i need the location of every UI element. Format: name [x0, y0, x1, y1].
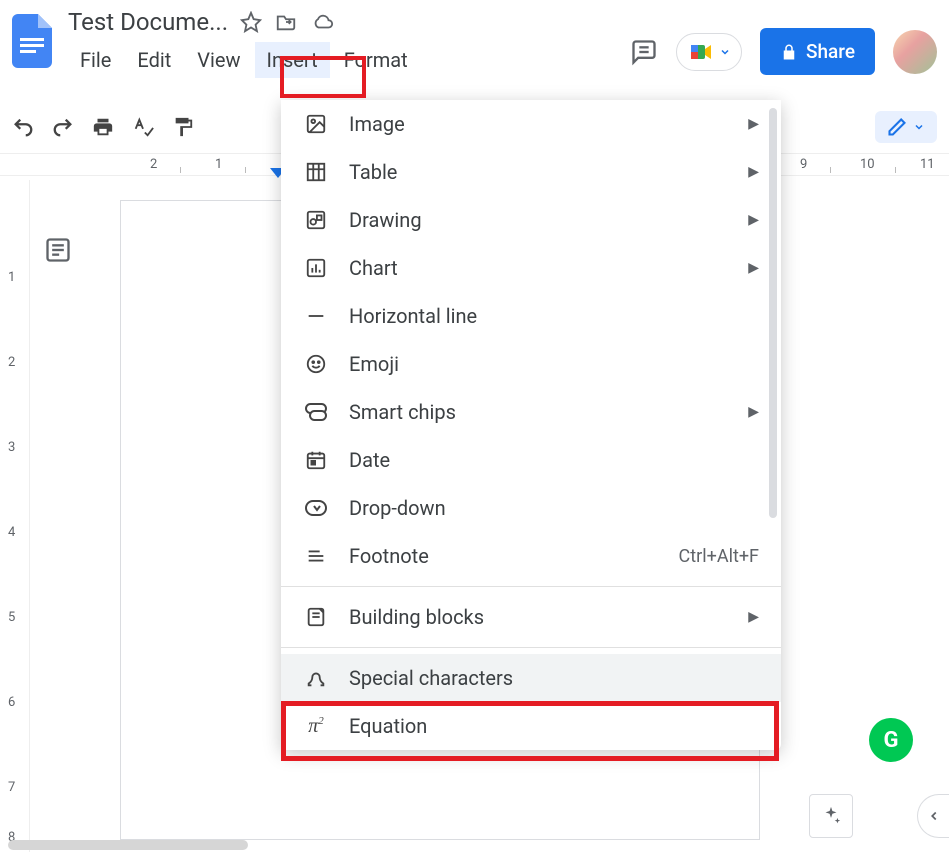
- menu-file[interactable]: File: [68, 42, 123, 78]
- explore-fab-icon[interactable]: [917, 794, 949, 838]
- smart-chips-icon: [303, 402, 329, 422]
- menu-item-date[interactable]: Date: [281, 436, 781, 484]
- lock-icon: [780, 43, 798, 61]
- menu-item-label: Image: [349, 112, 405, 136]
- menu-item-footnote[interactable]: Footnote Ctrl+Alt+F: [281, 532, 781, 580]
- insert-dropdown-menu: Image ▶ Table ▶ Drawing ▶ Chart ▶ Horizo…: [281, 100, 781, 750]
- submenu-arrow-icon: ▶: [748, 116, 759, 132]
- menu-item-drawing[interactable]: Drawing ▶: [281, 196, 781, 244]
- redo-icon[interactable]: [52, 116, 74, 138]
- print-icon[interactable]: [92, 116, 114, 138]
- emoji-icon: [303, 353, 329, 375]
- header-right: Share: [630, 8, 937, 75]
- share-button[interactable]: Share: [760, 28, 875, 75]
- menu-item-smart-chips[interactable]: Smart chips ▶: [281, 388, 781, 436]
- undo-icon[interactable]: [12, 116, 34, 138]
- title-area: Test Docume... File Edit View Insert For…: [68, 8, 420, 78]
- menu-item-dropdown[interactable]: Drop-down: [281, 484, 781, 532]
- share-label: Share: [806, 40, 855, 63]
- ruler-number: 2: [150, 157, 157, 172]
- menu-format[interactable]: Format: [332, 42, 420, 78]
- menu-item-label: Equation: [349, 714, 427, 738]
- vruler-number: 1: [8, 270, 15, 285]
- equation-icon: π2: [303, 715, 329, 738]
- menu-edit[interactable]: Edit: [125, 42, 183, 78]
- menu-shortcut: Ctrl+Alt+F: [679, 546, 759, 567]
- horizontal-scrollbar[interactable]: [8, 840, 248, 850]
- ruler-number: 1: [215, 157, 222, 172]
- vruler-number: 7: [8, 780, 15, 795]
- menu-separator: [281, 586, 781, 587]
- pencil-icon: [887, 117, 907, 137]
- account-avatar[interactable]: [893, 30, 937, 74]
- star-icon[interactable]: [240, 11, 262, 33]
- ruler-number: 11: [920, 157, 935, 172]
- footnote-icon: [303, 545, 329, 567]
- horizontal-line-icon: [303, 305, 329, 327]
- comment-history-icon[interactable]: [630, 38, 658, 66]
- paint-format-icon[interactable]: [172, 116, 194, 138]
- menu-item-chart[interactable]: Chart ▶: [281, 244, 781, 292]
- menu-view[interactable]: View: [185, 42, 252, 78]
- menu-item-emoji[interactable]: Emoji: [281, 340, 781, 388]
- building-blocks-icon: [303, 606, 329, 628]
- vruler-number: 6: [8, 695, 15, 710]
- table-icon: [303, 161, 329, 183]
- menu-item-label: Drawing: [349, 208, 422, 232]
- menu-item-label: Building blocks: [349, 605, 484, 629]
- menu-item-image[interactable]: Image ▶: [281, 100, 781, 148]
- vruler-number: 3: [8, 440, 15, 455]
- menu-item-label: Special characters: [349, 666, 513, 690]
- editing-mode-button[interactable]: [875, 111, 937, 143]
- menu-item-building-blocks[interactable]: Building blocks ▶: [281, 593, 781, 641]
- chevron-down-icon: [719, 46, 731, 58]
- drawing-icon: [303, 209, 329, 231]
- menu-item-label: Date: [349, 448, 390, 472]
- calendar-icon: [303, 449, 329, 471]
- vruler-number: 2: [8, 355, 15, 370]
- menu-item-label: Footnote: [349, 544, 429, 568]
- menu-item-label: Smart chips: [349, 400, 456, 424]
- submenu-arrow-icon: ▶: [748, 609, 759, 625]
- submenu-arrow-icon: ▶: [748, 164, 759, 180]
- sparkle-fab-icon[interactable]: [809, 794, 853, 838]
- chart-icon: [303, 257, 329, 279]
- vertical-ruler[interactable]: 1 2 3 4 5 6 7 8: [0, 180, 30, 852]
- submenu-arrow-icon: ▶: [748, 404, 759, 420]
- ruler-number: 10: [860, 157, 875, 172]
- menu-insert[interactable]: Insert: [255, 42, 330, 78]
- omega-icon: [303, 667, 329, 689]
- menu-item-label: Chart: [349, 256, 398, 280]
- meet-button[interactable]: [676, 33, 742, 71]
- image-icon: [303, 113, 329, 135]
- menu-item-label: Drop-down: [349, 496, 446, 520]
- chevron-down-icon: [913, 121, 925, 133]
- docs-logo-icon[interactable]: [12, 14, 52, 68]
- cloud-saved-icon[interactable]: [310, 11, 336, 33]
- document-title[interactable]: Test Docume...: [68, 8, 228, 36]
- menu-item-label: Horizontal line: [349, 304, 477, 328]
- menubar: File Edit View Insert Format: [68, 42, 420, 78]
- menu-item-equation[interactable]: π2 Equation: [281, 702, 781, 750]
- menu-item-table[interactable]: Table ▶: [281, 148, 781, 196]
- app-header: Test Docume... File Edit View Insert For…: [0, 0, 949, 100]
- menu-item-horizontal-line[interactable]: Horizontal line: [281, 292, 781, 340]
- submenu-arrow-icon: ▶: [748, 260, 759, 276]
- ruler-number: 9: [800, 157, 807, 172]
- document-outline-icon[interactable]: [44, 236, 72, 264]
- vruler-number: 4: [8, 525, 15, 540]
- menu-item-special-characters[interactable]: Special characters: [281, 654, 781, 702]
- menu-item-label: Table: [349, 160, 397, 184]
- menu-separator: [281, 647, 781, 648]
- vruler-number: 5: [8, 610, 15, 625]
- submenu-arrow-icon: ▶: [748, 212, 759, 228]
- dropdown-chip-icon: [303, 499, 329, 517]
- grammarly-fab-icon[interactable]: G: [869, 718, 913, 762]
- spellcheck-icon[interactable]: [132, 116, 154, 138]
- move-icon[interactable]: [274, 11, 298, 33]
- menu-item-label: Emoji: [349, 352, 399, 376]
